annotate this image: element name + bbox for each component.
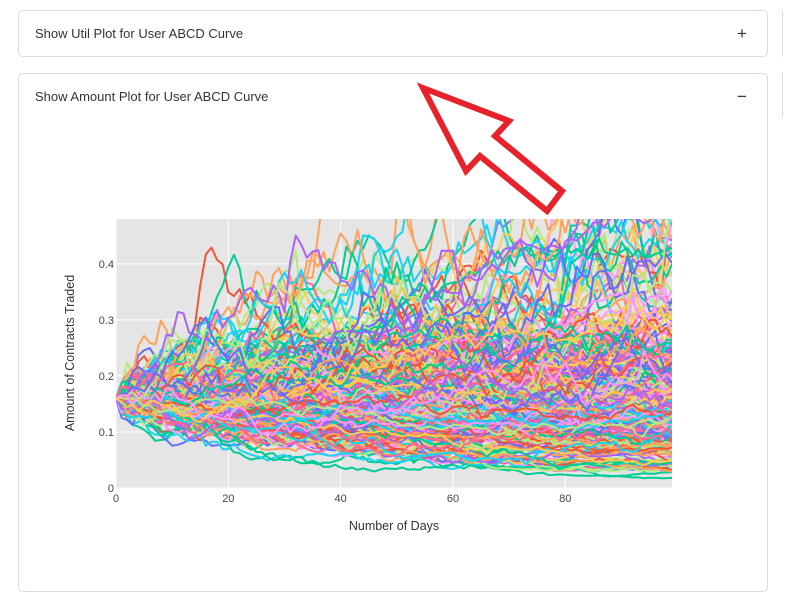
x-tick-label: 80: [559, 493, 571, 505]
amount-plot-chart: 0 20 40 60 80 0 0.1 0.2 0.3 0.4 Number of Days A…: [63, 219, 672, 533]
y-tick-label: 0.4: [99, 259, 114, 271]
y-tick-label: 0.2: [99, 371, 114, 383]
y-tick-label: 0.3: [99, 315, 114, 327]
y-axis-ticks: 0 0.1 0.2 0.3 0.4: [99, 259, 114, 495]
y-tick-label: 0.1: [99, 427, 114, 439]
y-tick-label: 0: [108, 483, 114, 495]
x-tick-label: 20: [222, 493, 234, 505]
x-tick-label: 60: [447, 493, 459, 505]
x-tick-label: 40: [335, 493, 347, 505]
x-axis-title: Number of Days: [349, 519, 439, 533]
y-axis-title: Amount of Contracts Traded: [63, 275, 77, 431]
x-axis-ticks: 0 20 40 60 80: [113, 493, 571, 505]
